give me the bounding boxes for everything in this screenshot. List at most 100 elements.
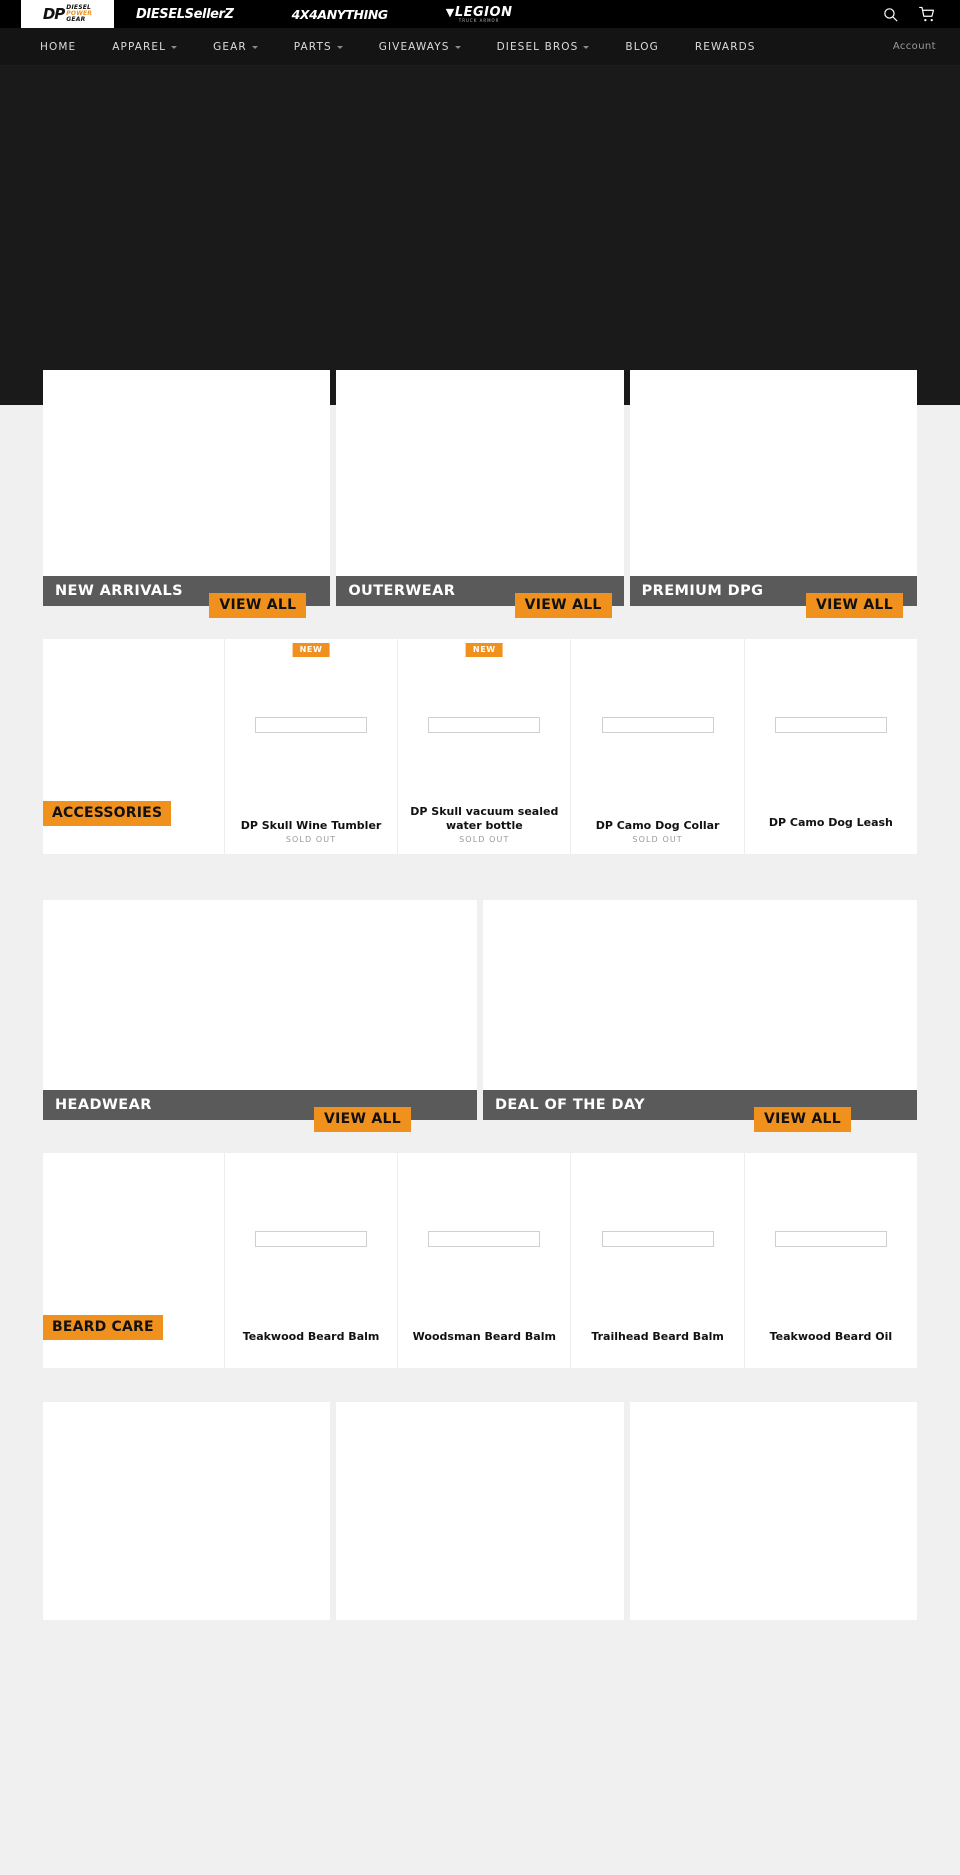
nav-item-blog-label: BLOG bbox=[625, 40, 659, 53]
nav-item-rewards-label: REWARDS bbox=[694, 40, 756, 53]
nav-item-giveaways[interactable]: GIVEAWAYS bbox=[379, 41, 461, 53]
new-badge: NEW bbox=[465, 643, 503, 657]
category-row-2-section: HEADWEAR VIEW ALL DEAL OF THE DAY VIEW A… bbox=[0, 900, 960, 1132]
nav-item-home[interactable]: HOME bbox=[40, 41, 76, 53]
product-status: SOLD OUT bbox=[632, 835, 683, 844]
category-tile-title: NEW ARRIVALS bbox=[55, 583, 183, 599]
product-card[interactable]: DP Camo Dog Leash bbox=[743, 639, 917, 854]
product-title[interactable]: DP Camo Dog Leash bbox=[763, 816, 899, 829]
nav-item-rewards[interactable]: REWARDS bbox=[695, 41, 756, 53]
nav-item-home-label: HOME bbox=[40, 40, 77, 53]
product-status: SOLD OUT bbox=[459, 835, 510, 844]
product-image-placeholder bbox=[774, 717, 887, 733]
nav-item-apparel-label: APPAREL bbox=[112, 40, 167, 53]
product-card[interactable]: DP Camo Dog Collar SOLD OUT bbox=[570, 639, 743, 854]
category-tile-outerwear[interactable]: OUTERWEAR VIEW ALL bbox=[336, 370, 624, 618]
logo-legion-sub: TRUCK ARMOR bbox=[458, 17, 500, 23]
product-card[interactable]: Teakwood Beard Balm bbox=[223, 1153, 397, 1368]
logo-line-gear: GEAR bbox=[66, 16, 86, 24]
category-tile-image bbox=[336, 370, 623, 576]
chevron-down-icon bbox=[583, 45, 590, 49]
chevron-down-icon bbox=[454, 45, 461, 49]
category-tile-premium-dpg[interactable]: PREMIUM DPG VIEW ALL bbox=[629, 370, 917, 618]
category-tile-new-arrivals[interactable]: NEW ARRIVALS VIEW ALL bbox=[43, 370, 331, 618]
product-image-placeholder bbox=[255, 717, 368, 733]
promo-cell-beard-care: BEARD CARE bbox=[43, 1153, 224, 1368]
product-card[interactable]: Teakwood Beard Oil bbox=[743, 1153, 917, 1368]
nav-item-apparel[interactable]: APPAREL bbox=[112, 40, 178, 53]
nav-item-diesel-bros[interactable]: DIESEL BROS bbox=[497, 41, 590, 53]
account-link[interactable]: Account bbox=[893, 41, 936, 52]
logo-4x4anything[interactable]: 4X4ANYTHING bbox=[292, 7, 389, 22]
view-all-button[interactable]: VIEW ALL bbox=[209, 593, 307, 618]
chevron-down-icon bbox=[336, 45, 343, 49]
bottom-tile-2[interactable] bbox=[336, 1402, 624, 1620]
view-all-button[interactable]: VIEW ALL bbox=[514, 593, 612, 618]
bottom-tile-1[interactable] bbox=[43, 1402, 331, 1620]
product-image-placeholder bbox=[428, 717, 541, 733]
product-image-placeholder bbox=[601, 1231, 714, 1247]
category-tile-bar: HEADWEAR bbox=[43, 1090, 477, 1120]
nav-item-parts-label: PARTS bbox=[293, 40, 332, 53]
nav-item-list: HOME APPAREL GEAR PARTS GIVEAWAYS DIESEL… bbox=[40, 41, 893, 53]
product-title[interactable]: DP Camo Dog Collar bbox=[590, 819, 726, 832]
category-tile-image bbox=[43, 900, 477, 1090]
category-tile-deal-of-the-day[interactable]: DEAL OF THE DAY VIEW ALL bbox=[483, 900, 917, 1132]
product-card[interactable]: NEW DP Skull Wine Tumbler SOLD OUT bbox=[223, 639, 397, 854]
promo-cell-accessories: ACCESSORIES bbox=[43, 639, 224, 854]
product-image-placeholder bbox=[428, 1231, 541, 1247]
product-card[interactable]: Woodsman Beard Balm bbox=[397, 1153, 570, 1368]
product-title[interactable]: Teakwood Beard Oil bbox=[764, 1330, 899, 1343]
nav-item-giveaways-label: GIVEAWAYS bbox=[378, 40, 450, 53]
search-icon[interactable] bbox=[882, 6, 899, 23]
chevron-down-icon bbox=[251, 45, 258, 49]
nav-item-diesel-bros-label: DIESEL BROS bbox=[496, 40, 579, 53]
bottom-tiles-section bbox=[0, 1402, 960, 1620]
product-card[interactable]: NEW DP Skull vacuum sealed water bottle … bbox=[397, 639, 570, 854]
promo-label-accessories[interactable]: ACCESSORIES bbox=[43, 801, 172, 826]
bottom-tile-3[interactable] bbox=[629, 1402, 917, 1620]
new-badge: NEW bbox=[292, 643, 330, 657]
category-tile-headwear[interactable]: HEADWEAR VIEW ALL bbox=[43, 900, 477, 1132]
main-navigation: HOME APPAREL GEAR PARTS GIVEAWAYS DIESEL… bbox=[0, 28, 960, 66]
hero-banner[interactable] bbox=[0, 66, 960, 405]
nav-item-gear[interactable]: GEAR bbox=[213, 41, 258, 53]
brand-bar: DP DIESEL POWER GEAR DIESELSellerZ 4X4AN… bbox=[0, 0, 960, 28]
nav-item-parts[interactable]: PARTS bbox=[294, 41, 343, 53]
product-title[interactable]: DP Skull vacuum sealed water bottle bbox=[398, 805, 570, 832]
view-all-button[interactable]: VIEW ALL bbox=[805, 593, 903, 618]
bottom-tile-row bbox=[43, 1402, 917, 1620]
category-tile-image bbox=[483, 900, 917, 1090]
view-all-button[interactable]: VIEW ALL bbox=[753, 1107, 851, 1132]
product-image-placeholder bbox=[601, 717, 714, 733]
logo-diesel-power-gear[interactable]: DP DIESEL POWER GEAR bbox=[21, 0, 114, 28]
category-tile-title: DEAL OF THE DAY bbox=[495, 1097, 646, 1113]
logo-legion[interactable]: ▼ LEGION TRUCK ARMOR bbox=[446, 6, 513, 23]
shopping-cart-icon[interactable] bbox=[919, 6, 936, 23]
view-all-button[interactable]: VIEW ALL bbox=[313, 1107, 411, 1132]
product-card[interactable]: Trailhead Beard Balm bbox=[570, 1153, 743, 1368]
product-title[interactable]: DP Skull Wine Tumbler bbox=[235, 819, 388, 832]
product-title[interactable]: Teakwood Beard Balm bbox=[237, 1330, 386, 1343]
dp-monogram: DP bbox=[42, 4, 65, 23]
beard-care-section: BEARD CARE Teakwood Beard Balm Woodsman … bbox=[0, 1153, 960, 1368]
category-tile-row-2: HEADWEAR VIEW ALL DEAL OF THE DAY VIEW A… bbox=[43, 900, 917, 1132]
product-title[interactable]: Woodsman Beard Balm bbox=[407, 1330, 562, 1343]
category-tile-image bbox=[630, 370, 917, 576]
partner-logos: DIESELSellerZ 4X4ANYTHING ▼ LEGION TRUCK… bbox=[114, 0, 882, 28]
logo-legion-label: LEGION bbox=[454, 4, 513, 20]
bat-icon: ▼ bbox=[445, 5, 454, 19]
category-tile-title: OUTERWEAR bbox=[348, 583, 456, 599]
category-tile-title: HEADWEAR bbox=[55, 1097, 152, 1113]
category-tile-title: PREMIUM DPG bbox=[641, 583, 764, 599]
nav-item-blog[interactable]: BLOG bbox=[625, 41, 658, 53]
promo-label-beard-care[interactable]: BEARD CARE bbox=[43, 1315, 163, 1340]
product-title[interactable]: Trailhead Beard Balm bbox=[585, 1330, 730, 1343]
page-content: NEW ARRIVALS VIEW ALL OUTERWEAR VIEW ALL… bbox=[0, 370, 960, 1620]
logo-dieselsellerz[interactable]: DIESELSellerZ bbox=[136, 7, 234, 22]
product-image-placeholder bbox=[774, 1231, 887, 1247]
category-tile-image bbox=[43, 370, 330, 576]
beard-care-product-strip: BEARD CARE Teakwood Beard Balm Woodsman … bbox=[43, 1153, 917, 1368]
category-tile-row-1: NEW ARRIVALS VIEW ALL OUTERWEAR VIEW ALL… bbox=[43, 370, 917, 618]
